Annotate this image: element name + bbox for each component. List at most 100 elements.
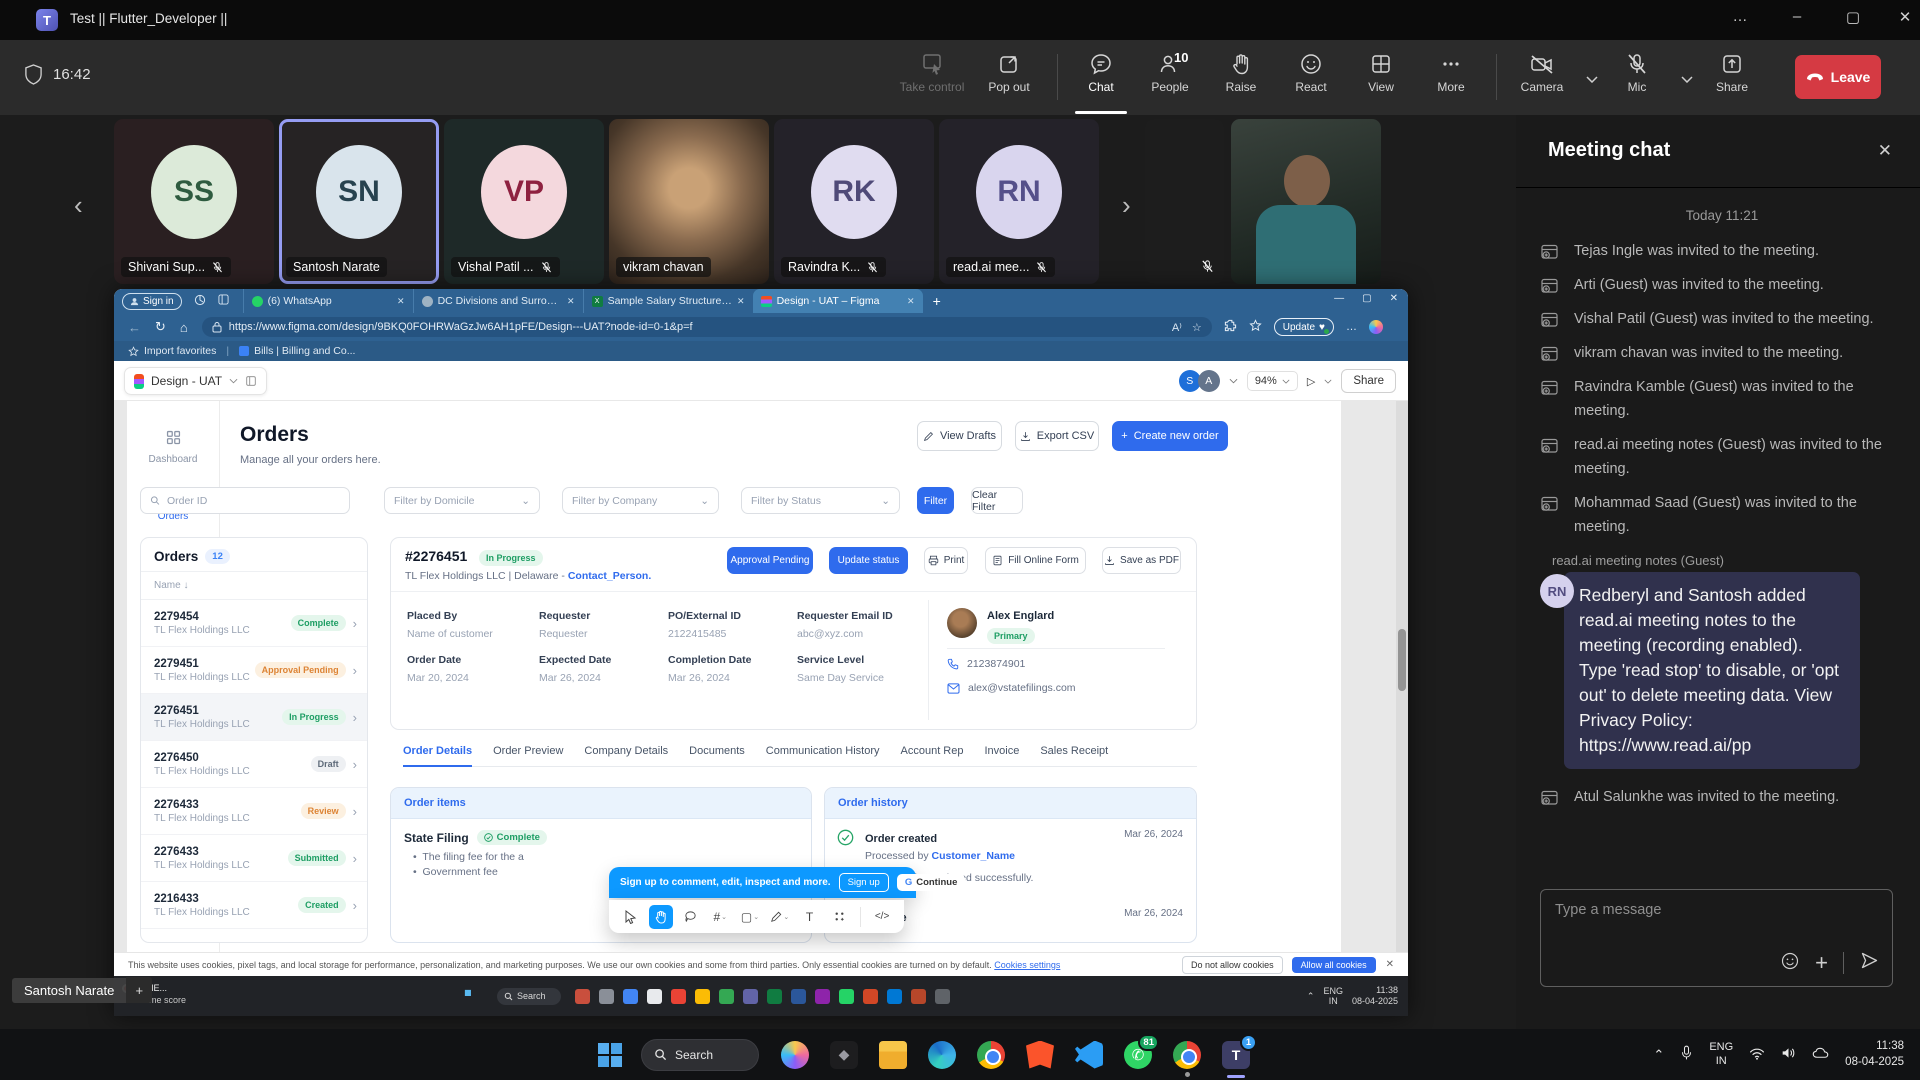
resources-tool[interactable] [827, 905, 851, 929]
scrollbar-thumb[interactable] [1398, 629, 1406, 691]
filmstrip-prev-button[interactable]: ‹ [74, 190, 83, 221]
vertical-tabs-icon[interactable] [218, 294, 229, 308]
present-icon[interactable]: ▷ [1307, 375, 1315, 388]
teams-taskbar-icon[interactable]: T1 [1222, 1041, 1250, 1069]
tray-mic-icon[interactable] [1680, 1045, 1693, 1064]
app-icon-dark[interactable]: ◆ [830, 1041, 858, 1069]
bookmark-bills[interactable]: Bills | Billing and Co... [254, 345, 355, 357]
brave-icon[interactable] [1026, 1041, 1054, 1069]
read-aloud-icon[interactable]: A⁾ [1172, 321, 1182, 334]
window-close-button[interactable]: ✕ [1890, 8, 1920, 26]
taskbar-clock[interactable]: 11:3808-04-2025 [1845, 1039, 1904, 1070]
edge-icon[interactable] [928, 1041, 956, 1069]
text-tool[interactable]: T [798, 905, 822, 929]
filter-company-select[interactable]: Filter by Company⌄ [562, 487, 719, 514]
inner-pinned-app-icon[interactable] [791, 989, 806, 1004]
chevron-right-icon[interactable]: › [353, 616, 357, 631]
approval-pending-button[interactable]: Approval Pending [727, 547, 813, 574]
participant-tile[interactable]: SNSantosh Narate [279, 119, 439, 284]
chrome-profile-icon[interactable] [1173, 1041, 1201, 1069]
orders-column-header[interactable]: Name ↓ [141, 572, 367, 600]
inner-pinned-app-icon[interactable] [647, 989, 662, 1004]
react-button[interactable]: React [1279, 48, 1343, 110]
inner-pinned-app-icon[interactable] [599, 989, 614, 1004]
presenter-pin-button[interactable]: + [126, 977, 152, 1003]
chat-button[interactable]: Chat [1069, 48, 1133, 110]
chat-close-icon[interactable]: ✕ [1878, 141, 1892, 161]
tab-order-preview[interactable]: Order Preview [493, 745, 563, 757]
participant-tile[interactable]: vikram chavan [609, 119, 769, 284]
cookie-close-icon[interactable]: ✕ [1386, 959, 1394, 970]
window-maximize-button[interactable]: ▢ [1838, 8, 1868, 26]
people-button[interactable]: 10 People [1138, 48, 1202, 110]
browser-close-button[interactable]: ✕ [1390, 293, 1398, 304]
taskbar-search[interactable]: Search [641, 1039, 759, 1071]
browser-minimize-button[interactable]: — [1334, 293, 1344, 304]
window-more-button[interactable]: … [1725, 8, 1755, 25]
filter-clear-button[interactable]: Clear Filter [971, 487, 1023, 514]
browser-update-button[interactable]: Update ♥ [1274, 318, 1334, 336]
filter-status-select[interactable]: Filter by Status⌄ [741, 487, 900, 514]
emoji-icon[interactable] [1780, 951, 1800, 976]
refresh-icon[interactable]: ↻ [155, 319, 166, 335]
camera-options-chevron[interactable] [1586, 70, 1598, 88]
inner-pinned-app-icon[interactable] [719, 989, 734, 1004]
contact-email[interactable]: alex@vstatefilings.com [968, 682, 1076, 694]
contact-phone[interactable]: 2123874901 [967, 658, 1025, 670]
tab-communication-history[interactable]: Communication History [766, 745, 880, 757]
mic-options-chevron[interactable] [1681, 70, 1693, 88]
participant-tile[interactable]: RKRavindra K... [774, 119, 934, 284]
leave-button[interactable]: Leave [1795, 55, 1881, 99]
favorite-star-icon[interactable]: ☆ [1192, 321, 1202, 334]
contact-person-link[interactable]: Contact_Person. [568, 570, 651, 582]
chat-input-box[interactable]: + [1540, 889, 1893, 987]
figma-zoom-control[interactable]: 94% [1247, 371, 1298, 391]
language-indicator[interactable]: ENGIN [1709, 1041, 1733, 1067]
copilot-icon[interactable] [1369, 320, 1383, 334]
mic-button[interactable]: Mic [1605, 48, 1669, 110]
order-list-row[interactable]: 2279454TL Flex Holdings LLCComplete› [141, 600, 367, 647]
home-icon[interactable]: ⌂ [180, 320, 188, 335]
order-list-row[interactable]: 2279451TL Flex Holdings LLCApproval Pend… [141, 647, 367, 694]
tray-expand-icon[interactable]: ⌃ [1307, 991, 1315, 1002]
chevron-down-icon[interactable] [1324, 379, 1332, 384]
inner-pinned-app-icon[interactable] [575, 989, 590, 1004]
address-bar[interactable]: https://www.figma.com/design/9BKQ0FOHRWa… [202, 317, 1212, 337]
inner-pinned-app-icon[interactable] [695, 989, 710, 1004]
chevron-right-icon[interactable]: › [353, 804, 357, 819]
inner-pinned-app-icon[interactable] [911, 989, 926, 1004]
print-button[interactable]: Print [924, 547, 968, 574]
inner-pinned-app-icon[interactable] [743, 989, 758, 1004]
browser-maximize-button[interactable]: ▢ [1362, 293, 1371, 304]
tab-close-icon[interactable]: ✕ [397, 296, 405, 307]
more-button[interactable]: More [1419, 48, 1483, 110]
inner-clock[interactable]: 11:3808-04-2025 [1352, 985, 1398, 1008]
chevron-right-icon[interactable]: › [353, 757, 357, 772]
fill-online-form-button[interactable]: Fill Online Form [985, 547, 1086, 574]
view-drafts-button[interactable]: View Drafts [917, 421, 1002, 451]
browser-more-icon[interactable]: … [1346, 321, 1357, 333]
favorites-bar-icon[interactable] [1249, 319, 1262, 335]
browser-tab[interactable]: (6) WhatsApp✕ [243, 289, 413, 313]
view-button[interactable]: View [1349, 48, 1413, 110]
wifi-icon[interactable] [1749, 1047, 1765, 1063]
copilot-taskbar-icon[interactable] [781, 1041, 809, 1069]
back-icon[interactable]: ← [128, 320, 141, 335]
filter-domicile-select[interactable]: Filter by Domicile⌄ [384, 487, 540, 514]
browser-tab[interactable]: DC Divisions and Surroundings✕ [413, 289, 583, 313]
tab-account-rep[interactable]: Account Rep [901, 745, 964, 757]
inner-pinned-app-icon[interactable] [671, 989, 686, 1004]
pop-out-button[interactable]: Pop out [977, 48, 1041, 110]
inner-pinned-app-icon[interactable] [887, 989, 902, 1004]
customer-name-link[interactable]: Customer_Name [932, 850, 1015, 862]
chevron-right-icon[interactable]: › [353, 898, 357, 913]
inner-pinned-app-icon[interactable] [863, 989, 878, 1004]
inner-pinned-app-icon[interactable] [815, 989, 830, 1004]
update-status-button[interactable]: Update status [829, 547, 908, 574]
figma-file-menu[interactable]: Design - UAT [124, 367, 267, 395]
inner-pinned-app-icon[interactable] [935, 989, 950, 1004]
create-new-order-button[interactable]: + Create new order [1112, 421, 1228, 451]
onedrive-icon[interactable] [1812, 1047, 1829, 1062]
frame-tool[interactable]: #⌄ [708, 905, 732, 929]
save-as-pdf-button[interactable]: Save as PDF [1102, 547, 1181, 574]
